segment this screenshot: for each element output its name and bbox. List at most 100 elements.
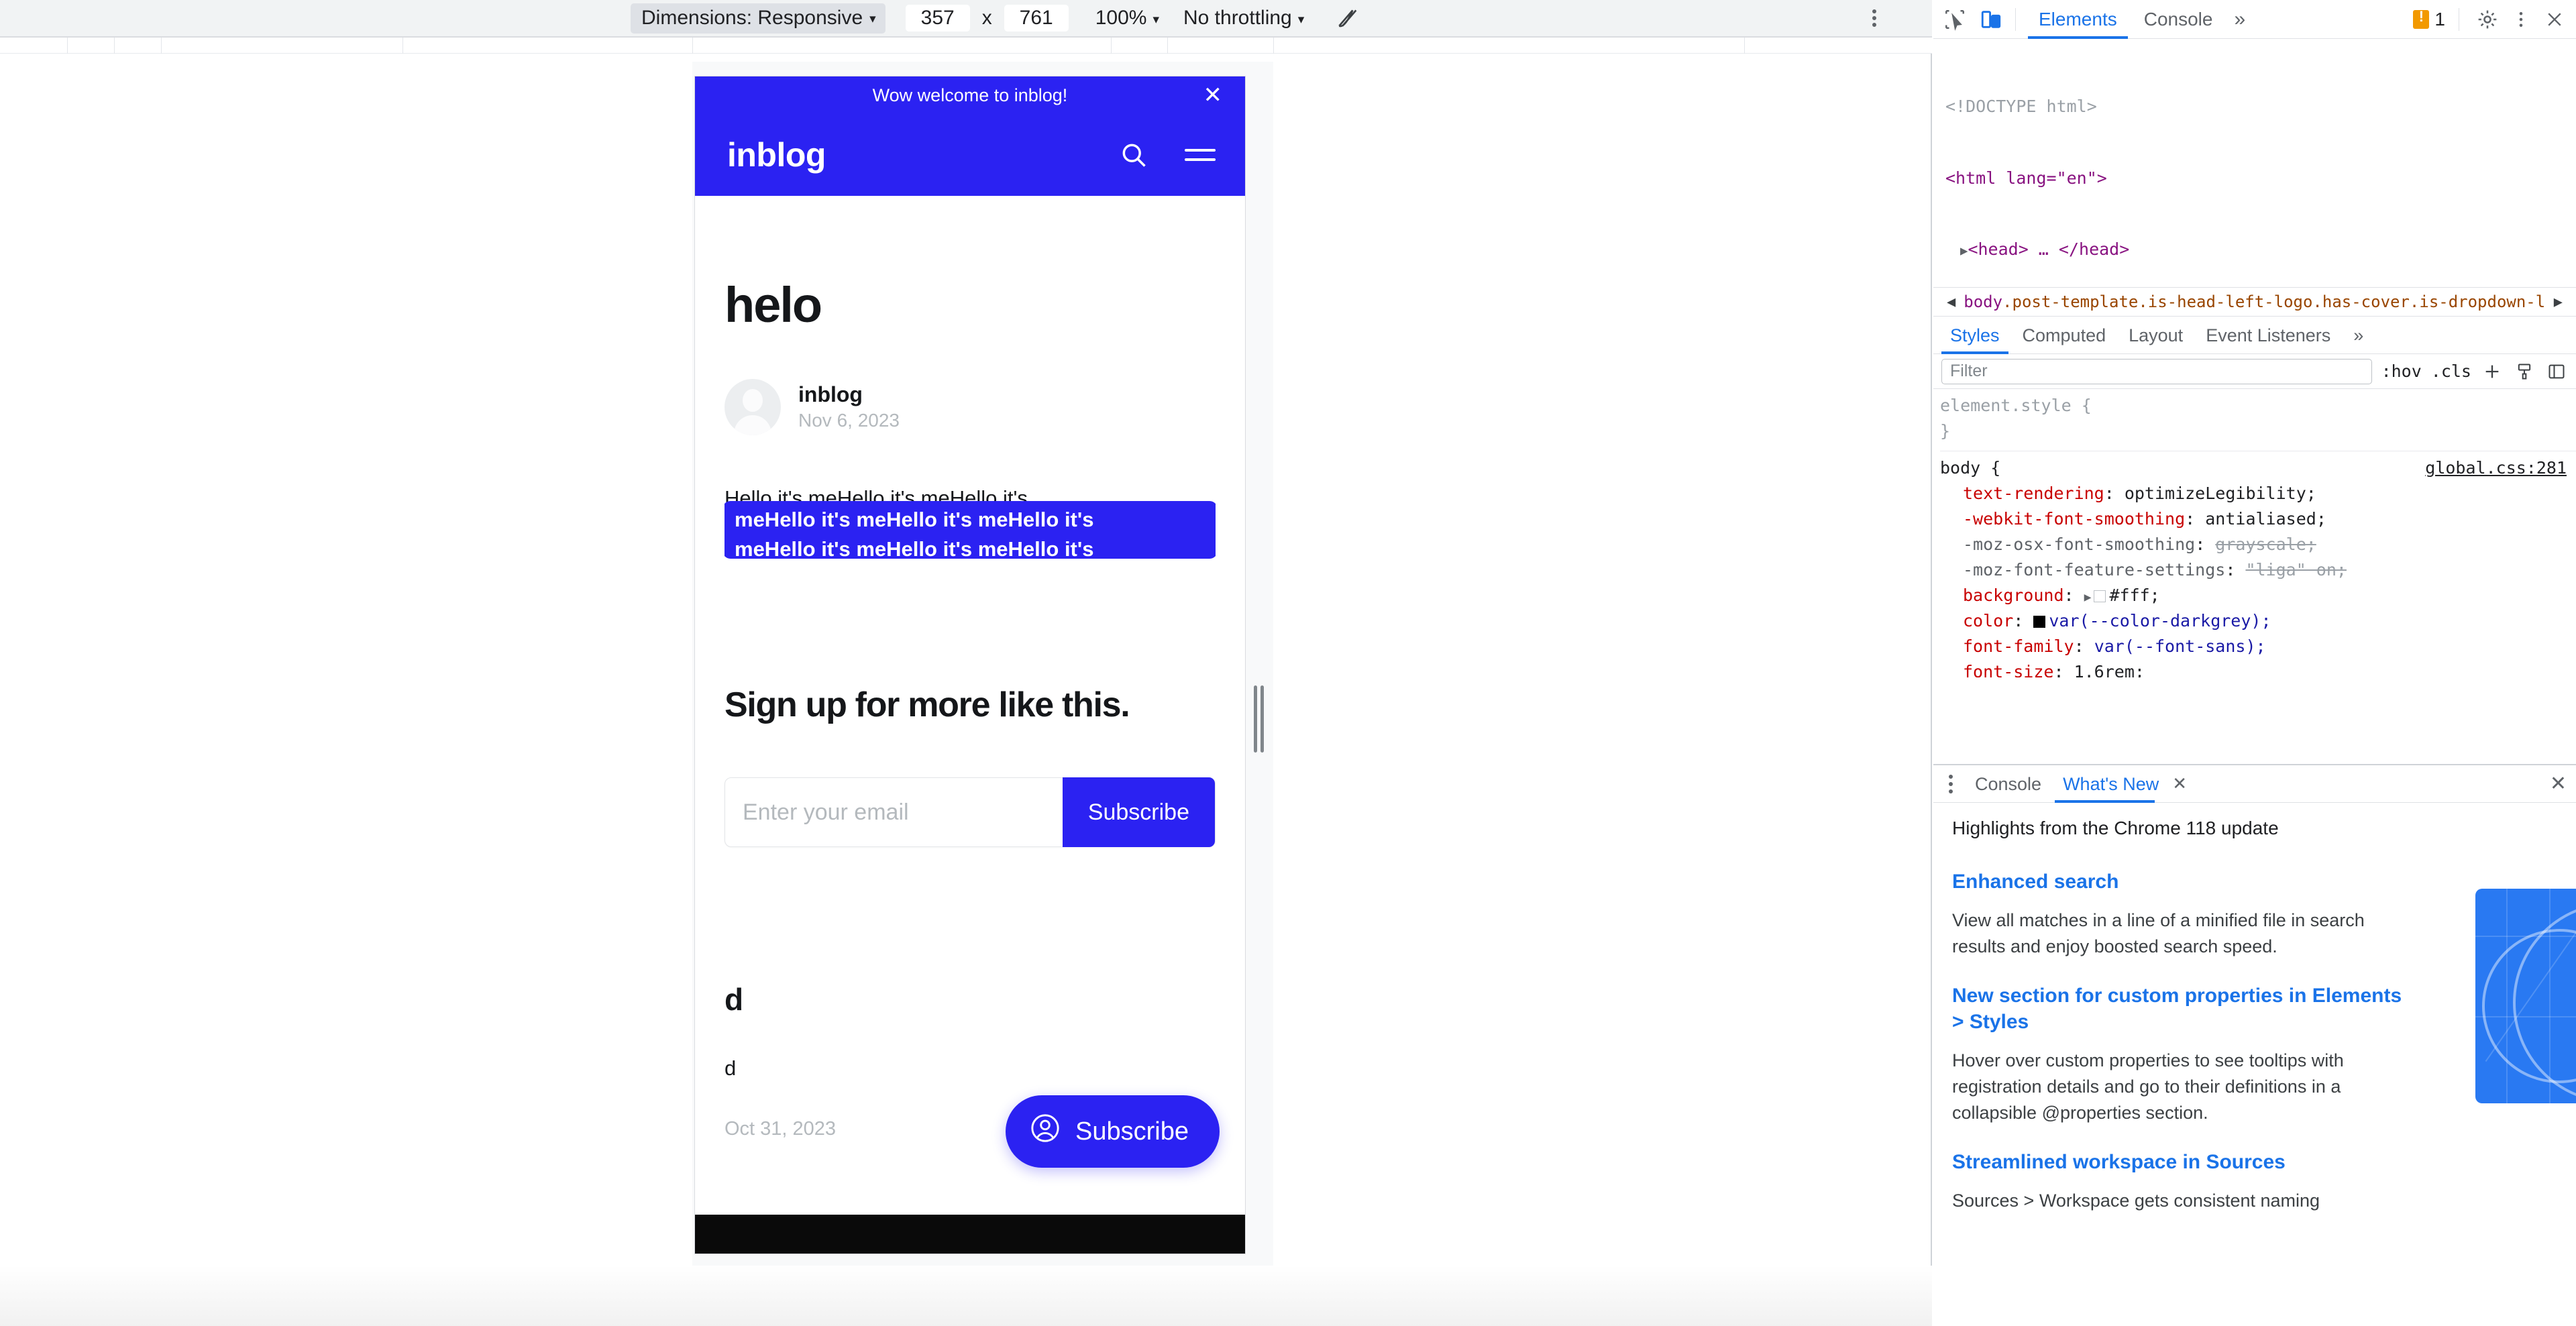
property-name[interactable]: font-family: [1963, 637, 2074, 656]
styles-more-tabs-icon[interactable]: »: [2342, 317, 2375, 354]
device-toolbar-more-icon[interactable]: [1870, 7, 1878, 30]
new-style-rule-icon[interactable]: [2481, 360, 2504, 383]
dot: [1872, 23, 1876, 27]
related-post-title[interactable]: d: [724, 981, 1216, 1017]
property-name[interactable]: background: [1963, 586, 2064, 605]
expand-triangle-icon[interactable]: ▶: [2084, 590, 2092, 604]
floating-subscribe-button[interactable]: Subscribe: [1006, 1095, 1220, 1168]
handle-bar: [1260, 685, 1264, 753]
width-input[interactable]: 357: [905, 5, 970, 32]
user-circle-icon: [1030, 1113, 1061, 1150]
property-name[interactable]: text-rendering: [1963, 484, 2104, 503]
whats-new-item-title[interactable]: New section for custom properties in Ele…: [1952, 983, 2415, 1036]
tab-computed[interactable]: Computed: [2011, 317, 2118, 354]
property-value[interactable]: 1.6rem;: [2074, 662, 2145, 677]
rule-source-link[interactable]: global.css:281: [2425, 455, 2567, 481]
property-value[interactable]: antialiased;: [2205, 509, 2326, 529]
hamburger-icon[interactable]: [1185, 142, 1216, 168]
tab-event-listeners[interactable]: Event Listeners: [2194, 317, 2342, 354]
breadcrumb: ◀ body.post-template.is-head-left-logo.h…: [1933, 287, 2576, 317]
whats-new-item-title[interactable]: Enhanced search: [1952, 869, 2415, 895]
declaration[interactable]: font-family: var(--font-sans);: [1940, 634, 2576, 659]
dot: [1872, 9, 1876, 13]
toggle-device-toolbar-icon[interactable]: [1976, 5, 2006, 34]
email-input[interactable]: [743, 799, 1063, 826]
device-frame: Wow welcome to inblog! ✕ inblog helo inb…: [692, 62, 1283, 1326]
search-icon[interactable]: [1119, 140, 1148, 170]
zoom-dropdown[interactable]: 100% ▾: [1095, 7, 1159, 30]
expand-triangle-icon[interactable]: ▶: [1960, 243, 1968, 258]
tree-html-open[interactable]: <html lang="en">: [1945, 166, 2576, 190]
property-name[interactable]: -webkit-font-smoothing: [1963, 509, 2185, 529]
height-input[interactable]: 761: [1004, 5, 1069, 32]
toggle-sidebar-icon[interactable]: [2545, 360, 2568, 383]
property-value[interactable]: "liga" on;: [2245, 560, 2347, 579]
inspect-element-icon[interactable]: [1940, 5, 1970, 34]
cls-toggle[interactable]: .cls: [2431, 362, 2471, 381]
site-logo[interactable]: inblog: [727, 135, 826, 174]
drawer-tabbar: Console What's New ✕ ✕: [1933, 765, 2576, 803]
color-swatch[interactable]: [2094, 590, 2106, 602]
drawer-tab-whats-new[interactable]: What's New: [2052, 765, 2169, 803]
declaration[interactable]: -webkit-font-smoothing: antialiased;: [1940, 506, 2576, 532]
property-name[interactable]: font-size: [1963, 662, 2053, 677]
more-tools-icon[interactable]: [1937, 774, 1964, 793]
color-swatch[interactable]: [2033, 616, 2046, 628]
tab-layout[interactable]: Layout: [2117, 317, 2194, 354]
dot: [1949, 789, 1953, 793]
warning-count-badge[interactable]: 1: [2413, 8, 2445, 30]
declaration[interactable]: background: ▶ #fff;: [1940, 583, 2576, 608]
property-name[interactable]: -moz-osx-font-smoothing: [1963, 535, 2195, 554]
breadcrumb-left-arrow-icon[interactable]: ◀: [1939, 294, 1964, 311]
property-value[interactable]: #fff;: [2109, 586, 2159, 605]
rotate-icon[interactable]: [1334, 5, 1360, 32]
tab-console[interactable]: Console: [2131, 0, 2226, 39]
declaration[interactable]: -moz-osx-font-smoothing: grayscale;: [1940, 532, 2576, 557]
property-value[interactable]: var(--font-sans);: [2094, 637, 2266, 656]
page-bottom-fade: [0, 1266, 1932, 1326]
property-value[interactable]: var(--color-darkgrey);: [2049, 611, 2271, 630]
property-colon: :: [2104, 484, 2125, 503]
declaration[interactable]: font-size: 1.6rem;: [1940, 659, 2576, 677]
elements-tree[interactable]: <!DOCTYPE html> <html lang="en"> ▶<head>…: [1933, 39, 2576, 287]
byline-text: inblog Nov 6, 2023: [798, 381, 900, 433]
whats-new-item: New section for custom properties in Ele…: [1952, 983, 2415, 1127]
dimensions-dropdown[interactable]: Dimensions: Responsive ▾: [631, 3, 885, 34]
warning-icon: [2413, 8, 2430, 29]
throttling-dropdown[interactable]: No throttling ▾: [1183, 7, 1304, 30]
rule-body[interactable]: body { global.css:281 text-rendering: op…: [1940, 451, 2576, 677]
subscribe-button[interactable]: Subscribe: [1062, 777, 1215, 847]
devtools-more-options-icon[interactable]: [2506, 5, 2536, 34]
whats-new-thumbnail: [2475, 889, 2576, 1103]
declaration[interactable]: text-rendering: optimizeLegibility;: [1940, 481, 2576, 506]
tab-elements[interactable]: Elements: [2025, 0, 2131, 39]
whats-new-item-title[interactable]: Streamlined workspace in Sources: [1952, 1149, 2415, 1176]
dot: [1872, 16, 1876, 20]
devtools-drawer: Console What's New ✕ ✕ Highlights from t…: [1933, 764, 2576, 1326]
property-value[interactable]: grayscale;: [2215, 535, 2316, 554]
drawer-tab-console[interactable]: Console: [1964, 765, 2052, 803]
viewport-width-handle[interactable]: [1252, 685, 1265, 753]
property-name[interactable]: color: [1963, 611, 2013, 630]
gear-icon[interactable]: [2473, 5, 2502, 34]
breadcrumb-path[interactable]: body.post-template.is-head-left-logo.has…: [1964, 292, 2546, 311]
computed-styles-sidebar-icon[interactable]: [2513, 360, 2536, 383]
property-name[interactable]: -moz-font-feature-settings: [1963, 560, 2225, 579]
hov-toggle[interactable]: :hov: [2381, 362, 2422, 381]
drawer-close-icon[interactable]: ✕: [2550, 772, 2567, 795]
declaration[interactable]: -moz-font-feature-settings: "liga" on;: [1940, 557, 2576, 583]
bar: [1185, 158, 1216, 161]
declaration[interactable]: color: var(--color-darkgrey);: [1940, 608, 2576, 634]
property-value[interactable]: optimizeLegibility;: [2125, 484, 2316, 503]
breadcrumb-right-arrow-icon[interactable]: ▶: [2546, 294, 2571, 311]
close-icon[interactable]: ✕: [1203, 84, 1223, 107]
styles-filter-input[interactable]: [1941, 358, 2372, 384]
tab-styles[interactable]: Styles: [1939, 317, 2011, 354]
more-tabs-icon[interactable]: »: [2226, 8, 2253, 31]
rule-element-style[interactable]: element.style { }: [1940, 393, 2576, 447]
tree-head[interactable]: ▶<head> … </head>: [1945, 237, 2576, 262]
rule-selector[interactable]: element.style {: [1940, 393, 2576, 419]
close-icon[interactable]: [2540, 5, 2569, 34]
post-byline: inblog Nov 6, 2023: [724, 379, 1216, 435]
signup-section: Sign up for more like this. Subscribe: [695, 685, 1245, 847]
